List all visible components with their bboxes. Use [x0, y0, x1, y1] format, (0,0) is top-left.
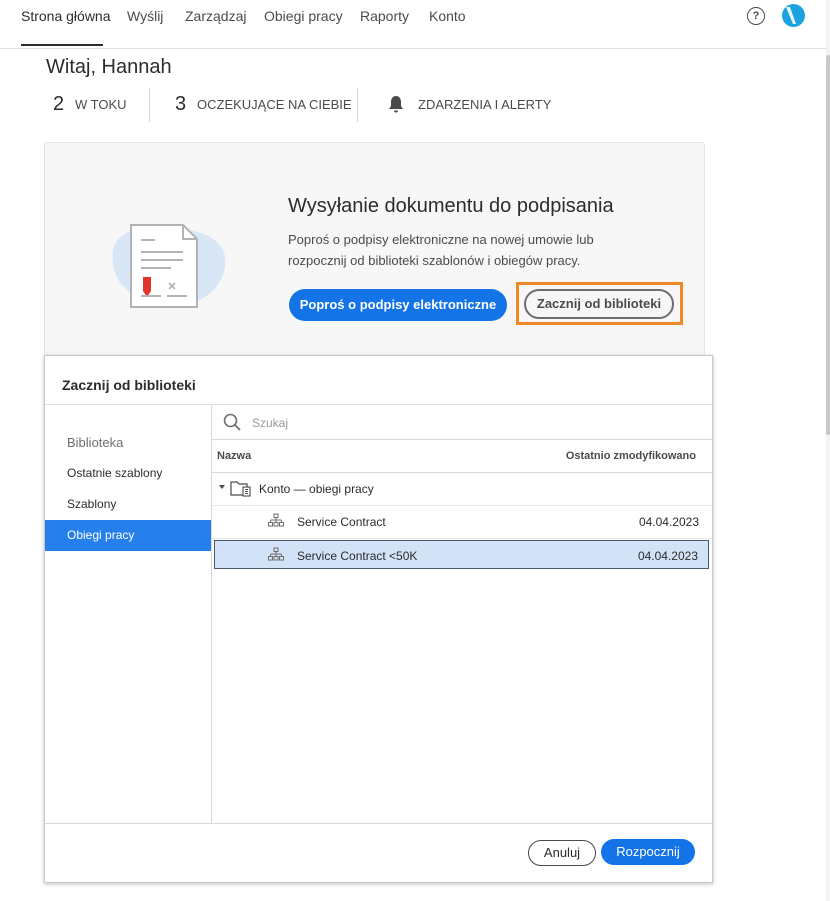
- stats-divider: [149, 88, 150, 122]
- waiting-count[interactable]: 3: [175, 93, 186, 116]
- nav-account[interactable]: Konto: [429, 8, 466, 24]
- top-navigation: Strona główna Wyślij Zarządzaj Obiegi pr…: [0, 0, 826, 49]
- dialog-title: Zacznij od biblioteki: [62, 377, 196, 393]
- nav-home[interactable]: Strona główna: [21, 8, 111, 24]
- sidebar-item-recent-templates[interactable]: Ostatnie szablony: [45, 458, 211, 489]
- sidebar-heading: Biblioteka: [67, 435, 124, 450]
- card-description: Poproś o podpisy elektroniczne na nowej …: [288, 232, 594, 268]
- row-date: 04.04.2023: [638, 515, 699, 529]
- footer-divider: [45, 823, 712, 824]
- row-name: Service Contract: [297, 515, 386, 529]
- avatar[interactable]: [782, 4, 805, 27]
- stats-bar: 2 W TOKU 3 OCZEKUJĄCE NA CIEBIE ZDARZENI…: [46, 88, 606, 122]
- folder-icon: [230, 479, 252, 500]
- folder-name: Konto — obiegi pracy: [259, 482, 374, 496]
- nav-workflows[interactable]: Obiegi pracy: [264, 8, 343, 24]
- in-progress-count[interactable]: 2: [53, 93, 64, 116]
- sidebar-item-templates[interactable]: Szablony: [45, 489, 211, 520]
- table-row-selected[interactable]: Service Contract <50K 04.04.2023: [214, 540, 709, 569]
- sidebar-item-label: Szablony: [67, 497, 117, 511]
- waiting-label[interactable]: OCZEKUJĄCE NA CIEBIE: [197, 97, 352, 112]
- row-date: 04.04.2023: [637, 549, 698, 563]
- row-name: Service Contract <50K: [297, 549, 418, 563]
- table-header: Nazwa Ostatnio zmodyfikowano: [212, 439, 712, 473]
- library-sidebar: Biblioteka Ostatnie szablony Szablony Ob…: [45, 405, 212, 823]
- sidebar-item-workflows[interactable]: Obiegi pracy: [45, 520, 211, 551]
- bell-icon: [386, 94, 406, 119]
- welcome-heading: Witaj, Hannah: [46, 56, 172, 78]
- help-icon[interactable]: ?: [747, 7, 765, 25]
- folder-row[interactable]: Konto — obiegi pracy: [212, 472, 712, 506]
- search-input[interactable]: [250, 413, 654, 433]
- nav-reports[interactable]: Raporty: [360, 8, 409, 24]
- sidebar-item-label: Ostatnie szablony: [67, 466, 163, 480]
- request-signatures-button[interactable]: Poproś o podpisy elektroniczne: [289, 289, 507, 321]
- workflow-icon: [268, 513, 284, 532]
- table-row[interactable]: Service Contract 04.04.2023: [212, 505, 712, 539]
- cancel-button[interactable]: Anuluj: [528, 840, 596, 866]
- nav-manage[interactable]: Zarządzaj: [185, 8, 246, 24]
- start-from-library-button[interactable]: Zacznij od biblioteki: [524, 289, 674, 319]
- expand-caret-icon[interactable]: [218, 480, 226, 494]
- page-scrollbar[interactable]: [826, 0, 830, 901]
- card-title: Wysyłanie dokumentu do podpisania: [288, 195, 614, 217]
- start-button[interactable]: Rozpocznij: [601, 839, 695, 865]
- document-illustration: [105, 221, 227, 318]
- alerts-label[interactable]: ZDARZENIA I ALERTY: [418, 97, 551, 112]
- scrollbar-thumb[interactable]: [826, 55, 830, 435]
- nav-send[interactable]: Wyślij: [127, 8, 163, 24]
- sidebar-item-label: Obiegi pracy: [67, 528, 135, 542]
- workflow-icon: [268, 547, 284, 566]
- send-document-card: Wysyłanie dokumentu do podpisania Poproś…: [44, 142, 705, 356]
- column-header-modified[interactable]: Ostatnio zmodyfikowano: [566, 450, 696, 462]
- column-header-name[interactable]: Nazwa: [217, 450, 251, 462]
- active-tab-underline: [21, 44, 103, 46]
- in-progress-label[interactable]: W TOKU: [75, 97, 127, 112]
- search-icon: [223, 413, 241, 436]
- stats-divider: [357, 88, 358, 122]
- start-from-library-dialog: Zacznij od biblioteki Biblioteka Ostatni…: [44, 355, 713, 883]
- search-bar: [212, 405, 712, 440]
